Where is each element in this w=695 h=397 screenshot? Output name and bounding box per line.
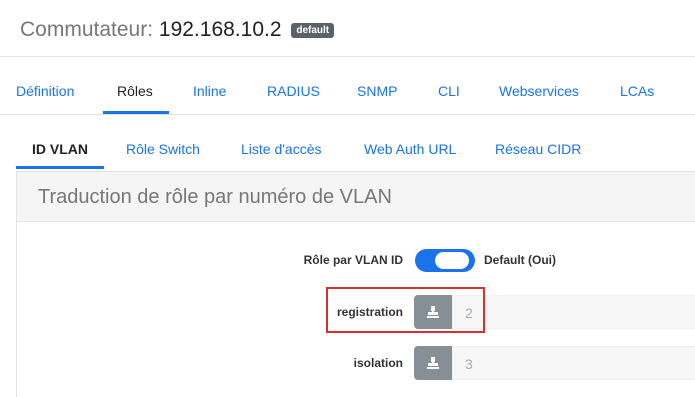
isolation-label: isolation (353, 356, 403, 370)
tab-inline[interactable]: Inline (193, 83, 226, 99)
page-title: Commutateur: 192.168.10.2 default (20, 18, 335, 42)
tab-roles[interactable]: Rôles (103, 83, 169, 114)
subtab-id-vlan[interactable]: ID VLAN (16, 141, 104, 169)
subtab-network-cidr[interactable]: Réseau CIDR (495, 141, 581, 157)
toggle-default-text: Default (Oui) (484, 253, 556, 267)
role-by-vlan-toggle[interactable] (415, 249, 475, 272)
panel-header: Traduction de rôle par numéro de VLAN (17, 172, 695, 222)
tab-lcas[interactable]: LCAs (620, 83, 654, 99)
subtab-access-list[interactable]: Liste d'accès (241, 141, 322, 157)
switch-ip: 192.168.10.2 (158, 18, 282, 41)
toggle-knob (435, 252, 469, 269)
default-badge: default (291, 23, 335, 38)
tab-snmp[interactable]: SNMP (357, 83, 397, 99)
stamp-icon[interactable] (414, 346, 452, 380)
tab-definition[interactable]: Définition (16, 83, 74, 99)
tab-webservices[interactable]: Webservices (499, 83, 579, 99)
tab-cli[interactable]: CLI (438, 83, 460, 99)
registration-highlight (326, 287, 485, 333)
isolation-input[interactable]: 3 (452, 346, 695, 380)
subtab-role-switch[interactable]: Rôle Switch (126, 141, 200, 157)
subtab-web-auth-url[interactable]: Web Auth URL (364, 141, 456, 157)
page-header: Commutateur: 192.168.10.2 default (0, 0, 695, 57)
role-by-vlan-label: Rôle par VLAN ID (303, 253, 403, 267)
isolation-field[interactable]: 3 (414, 346, 695, 380)
panel-title: Traduction de rôle par numéro de VLAN (38, 186, 392, 208)
sub-tabs: ID VLAN Rôle Switch Liste d'accès Web Au… (0, 115, 695, 171)
main-tabs: Définition Rôles Inline RADIUS SNMP CLI … (0, 57, 695, 115)
isolation-placeholder: 3 (465, 356, 473, 372)
registration-input[interactable]: 2 (452, 295, 695, 329)
title-label: Commutateur: (20, 18, 154, 41)
tab-radius[interactable]: RADIUS (267, 83, 320, 99)
